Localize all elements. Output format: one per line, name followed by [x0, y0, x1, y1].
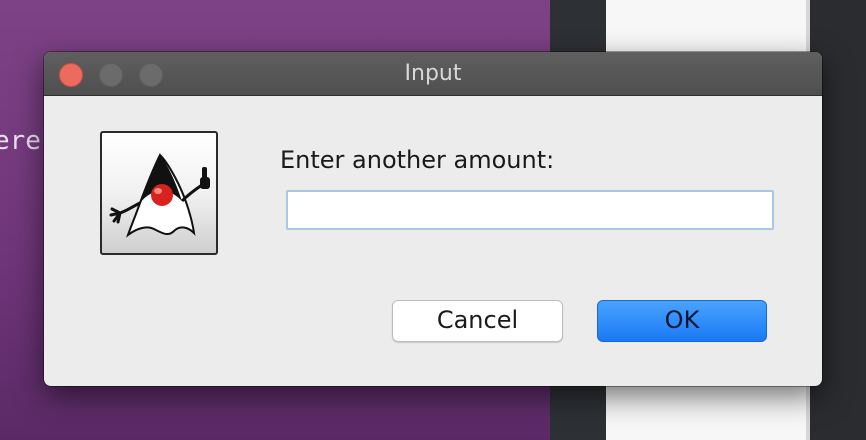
ok-button[interactable]: OK	[597, 300, 767, 342]
cancel-button[interactable]: Cancel	[392, 300, 563, 342]
input-dialog: Input Enter another amount: Cancel OK	[44, 52, 822, 386]
amount-input[interactable]	[286, 190, 774, 230]
title-bar[interactable]: Input	[44, 52, 822, 96]
prompt-label: Enter another amount:	[280, 146, 555, 174]
java-duke-icon	[100, 131, 218, 255]
dialog-title: Input	[404, 61, 462, 86]
background-terminal-text: ere	[0, 126, 41, 156]
